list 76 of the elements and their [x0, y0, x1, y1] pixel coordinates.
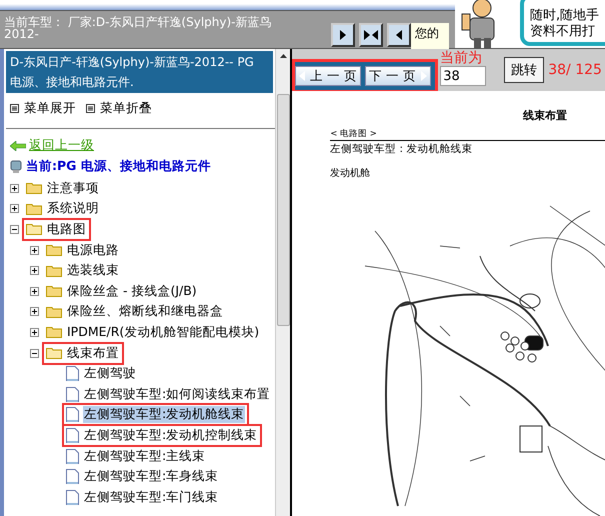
arrow-left-icon: [394, 30, 404, 40]
tree-expander[interactable]: [30, 307, 39, 316]
computer-icon: [10, 160, 22, 174]
tree-expander[interactable]: [30, 348, 39, 358]
page-count: 38/ 125: [548, 63, 602, 78]
toolbar-button[interactable]: [359, 23, 383, 47]
tree-expander[interactable]: [10, 224, 19, 234]
folder-icon: [26, 223, 42, 236]
page-icon: [66, 386, 79, 402]
tree-expander[interactable]: [10, 184, 19, 193]
current-page-label: 当前为: [440, 51, 484, 66]
page-icon: [66, 428, 79, 443]
next-page-button[interactable]: 下 一 页: [365, 66, 432, 86]
scrollbar-thumb[interactable]: [276, 94, 290, 326]
tree-item[interactable]: 左侧驾驶车型:车门线束: [62, 486, 224, 509]
ad-text: 随时,随地手: [530, 8, 600, 24]
tree-expander[interactable]: [30, 328, 39, 337]
tree-item[interactable]: 左侧驾驶车型:主线束: [62, 444, 210, 468]
folder-icon: [46, 244, 62, 256]
tree-expander[interactable]: [30, 246, 39, 255]
tree-item[interactable]: 左侧驾驶车型:如何阅读线束布置: [62, 382, 276, 406]
folder-icon: [26, 202, 42, 215]
sidebar-title: D-东风日产-轩逸(Sylphy)-新蓝鸟-2012-- PG 电源、接地和电路元件.: [6, 51, 274, 93]
collapse-all-link[interactable]: 菜单折叠: [86, 100, 152, 117]
scrollbar[interactable]: [275, 49, 290, 516]
notice-text: 您的: [411, 23, 449, 52]
list-icon: [86, 104, 95, 113]
tree-expander[interactable]: [30, 286, 39, 296]
tree-expander[interactable]: [10, 204, 19, 214]
tree-item[interactable]: 选装线束: [42, 259, 124, 282]
tree-item[interactable]: 左侧驾驶车型:发动机舱线束: [62, 403, 250, 426]
tree-item[interactable]: 注意事项: [22, 176, 104, 200]
area-label: 发动机舱: [330, 166, 372, 180]
folder-icon: [26, 182, 42, 194]
toolbar-button[interactable]: [331, 23, 355, 47]
document-title: 线束布置: [522, 108, 568, 123]
arrow-left-icon: [299, 71, 306, 81]
section-label: < 电路图 >: [330, 128, 378, 140]
previous-page-button[interactable]: 上 一 页: [295, 66, 362, 86]
folder-icon: [46, 306, 62, 318]
toolbar-button[interactable]: [387, 23, 411, 47]
ad-text: 资料不用打: [530, 24, 596, 40]
page-icon: [66, 490, 79, 505]
page-icon: [66, 448, 79, 464]
page-input[interactable]: 38: [440, 66, 486, 86]
folder-icon: [46, 264, 62, 277]
arrows-inward-icon: [364, 30, 378, 40]
arrow-right-icon: [338, 30, 348, 40]
back-arrow-icon: [10, 140, 26, 150]
tree-item[interactable]: 系统说明: [22, 197, 104, 220]
tree-item[interactable]: IPDME/R(发动机舱智能配电模块): [42, 320, 264, 344]
tree-item[interactable]: 保险丝、熔断线和继电器盒: [42, 300, 228, 324]
page-icon: [66, 366, 79, 382]
current-section-label: 当前:PG 电源、接地和电路元件: [26, 158, 211, 175]
document-subtitle: 左侧驾驶车型 : 发动机舱线束: [330, 142, 474, 156]
arrow-right-icon: [420, 71, 428, 81]
tree-item[interactable]: 保险丝盒 - 接线盒(J/B): [42, 280, 202, 303]
folder-icon: [46, 326, 62, 338]
tree-item[interactable]: 电源电路: [42, 238, 124, 262]
page-icon: [66, 469, 79, 484]
folder-icon: [46, 347, 62, 360]
tree-item[interactable]: 线束布置: [42, 342, 124, 365]
tree-expander[interactable]: [30, 266, 39, 276]
car-model-label: 2012-: [4, 29, 39, 39]
expand-all-link[interactable]: 菜单展开: [10, 100, 76, 117]
folder-icon: [46, 285, 62, 298]
jump-button[interactable]: 跳转: [504, 57, 544, 83]
list-icon: [10, 104, 19, 113]
back-link[interactable]: 返回上一级: [29, 137, 94, 154]
tree-item[interactable]: 左侧驾驶车型:车身线束: [62, 465, 224, 488]
page-icon: [66, 407, 79, 422]
tree-item[interactable]: 左侧驾驶车型:发动机控制线束: [62, 424, 262, 447]
tree-item[interactable]: 左侧驾驶: [62, 362, 141, 386]
car-model-label: 当前车型： 厂家:D-东风日产轩逸(Sylphy)-新蓝鸟: [4, 15, 272, 29]
scroll-up-icon: [280, 54, 287, 58]
tree-item[interactable]: 电路图: [22, 218, 91, 241]
